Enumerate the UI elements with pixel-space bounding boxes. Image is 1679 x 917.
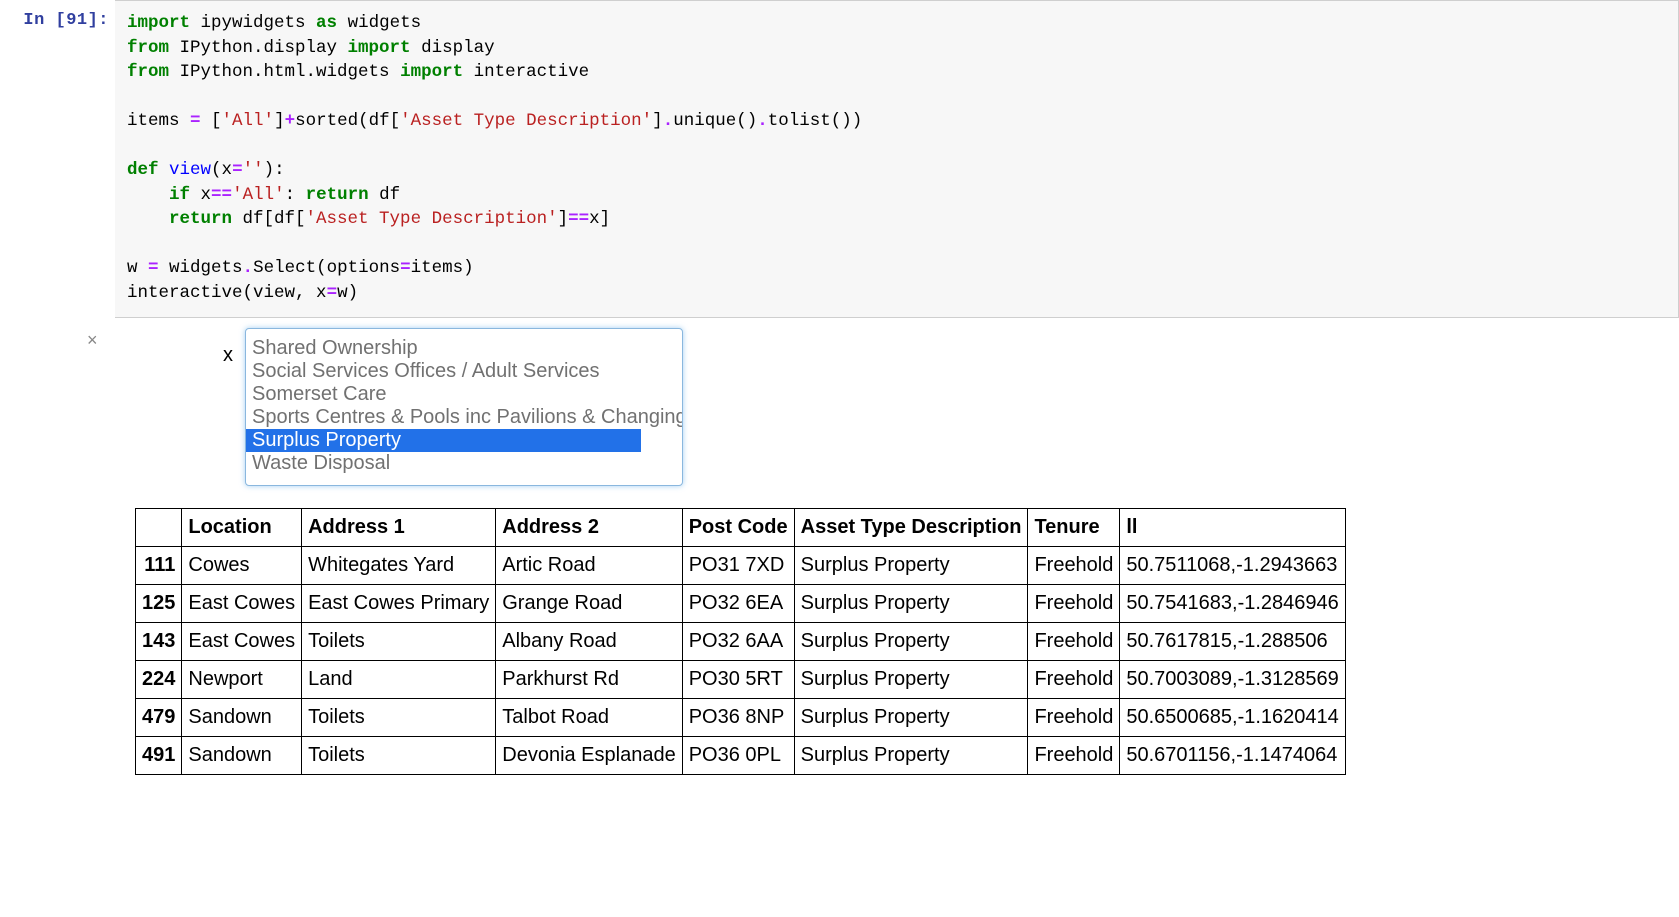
table-cell: PO36 8NP (682, 699, 794, 737)
select-option[interactable]: Waste Disposal (246, 452, 682, 475)
column-header: Location (182, 509, 302, 547)
table-cell: Toilets (302, 699, 496, 737)
column-header: Address 1 (302, 509, 496, 547)
table-row: 479SandownToiletsTalbot RoadPO36 8NPSurp… (136, 699, 1346, 737)
row-index: 111 (136, 547, 182, 585)
table-cell: Sandown (182, 699, 302, 737)
table-cell: Toilets (302, 623, 496, 661)
table-cell: Freehold (1028, 699, 1120, 737)
select-option[interactable]: Sports Centres & Pools inc Pavilions & C… (246, 406, 682, 429)
table-cell: East Cowes Primary (302, 585, 496, 623)
row-index: 224 (136, 661, 182, 699)
table-cell: 50.6500685,-1.1620414 (1120, 699, 1345, 737)
select-option[interactable]: Surplus Property (246, 429, 641, 452)
table-cell: 50.7003089,-1.3128569 (1120, 661, 1345, 699)
select-listbox[interactable]: SchoolsShared OwnershipSocial Services O… (245, 328, 683, 486)
table-cell: Surplus Property (794, 623, 1028, 661)
select-widget: x SchoolsShared OwnershipSocial Services… (125, 328, 1669, 486)
table-cell: East Cowes (182, 585, 302, 623)
row-index: 125 (136, 585, 182, 623)
in-prompt-text: In [91]: (23, 11, 109, 30)
table-cell: Grange Road (496, 585, 682, 623)
output-area: × x SchoolsShared OwnershipSocial Servic… (115, 318, 1679, 785)
select-option[interactable]: Shared Ownership (246, 337, 682, 360)
row-index: 491 (136, 737, 182, 775)
row-index: 479 (136, 699, 182, 737)
table-cell: Freehold (1028, 585, 1120, 623)
table-cell: Artic Road (496, 547, 682, 585)
table-cell: Surplus Property (794, 661, 1028, 699)
table-cell: Surplus Property (794, 699, 1028, 737)
table-body: 111CowesWhitegates YardArtic RoadPO31 7X… (136, 547, 1346, 775)
table-cell: Freehold (1028, 737, 1120, 775)
input-prompt: In [91]: (0, 0, 115, 30)
dataframe-table: LocationAddress 1Address 2Post CodeAsset… (135, 508, 1346, 775)
table-cell: PO32 6EA (682, 585, 794, 623)
table-cell: Cowes (182, 547, 302, 585)
table-cell: Toilets (302, 737, 496, 775)
table-cell: Freehold (1028, 623, 1120, 661)
column-header: ll (1120, 509, 1345, 547)
table-cell: Parkhurst Rd (496, 661, 682, 699)
table-cell: Surplus Property (794, 547, 1028, 585)
table-cell: Freehold (1028, 661, 1120, 699)
table-cell: Devonia Esplanade (496, 737, 682, 775)
column-header: Address 2 (496, 509, 682, 547)
table-cell: Surplus Property (794, 737, 1028, 775)
table-cell: PO32 6AA (682, 623, 794, 661)
column-header: Post Code (682, 509, 794, 547)
select-option[interactable]: Somerset Care (246, 383, 682, 406)
table-cell: Land (302, 661, 496, 699)
table-row: 224NewportLandParkhurst RdPO30 5RTSurplu… (136, 661, 1346, 699)
table-cell: Sandown (182, 737, 302, 775)
table-row: 491SandownToiletsDevonia EsplanadePO36 0… (136, 737, 1346, 775)
code-cell: In [91]: import ipywidgets as widgets fr… (0, 0, 1679, 318)
table-cell: Talbot Road (496, 699, 682, 737)
table-row: 125East CowesEast Cowes PrimaryGrange Ro… (136, 585, 1346, 623)
widget-label: x (125, 328, 245, 367)
column-header (136, 509, 182, 547)
table-cell: 50.6701156,-1.1474064 (1120, 737, 1345, 775)
table-cell: PO30 5RT (682, 661, 794, 699)
table-cell: PO31 7XD (682, 547, 794, 585)
table-header-row: LocationAddress 1Address 2Post CodeAsset… (136, 509, 1346, 547)
close-icon[interactable]: × (87, 330, 98, 351)
table-cell: Freehold (1028, 547, 1120, 585)
table-cell: East Cowes (182, 623, 302, 661)
table-row: 143East CowesToiletsAlbany RoadPO32 6AAS… (136, 623, 1346, 661)
table-cell: 50.7511068,-1.2943663 (1120, 547, 1345, 585)
table-cell: PO36 0PL (682, 737, 794, 775)
table-cell: 50.7541683,-1.2846946 (1120, 585, 1345, 623)
table-cell: 50.7617815,-1.288506 (1120, 623, 1345, 661)
table-cell: Newport (182, 661, 302, 699)
row-index: 143 (136, 623, 182, 661)
table-row: 111CowesWhitegates YardArtic RoadPO31 7X… (136, 547, 1346, 585)
column-header: Tenure (1028, 509, 1120, 547)
column-header: Asset Type Description (794, 509, 1028, 547)
code-editor[interactable]: import ipywidgets as widgets from IPytho… (115, 0, 1679, 318)
select-option[interactable]: Social Services Offices / Adult Services (246, 360, 682, 383)
table-cell: Albany Road (496, 623, 682, 661)
table-cell: Whitegates Yard (302, 547, 496, 585)
table-cell: Surplus Property (794, 585, 1028, 623)
